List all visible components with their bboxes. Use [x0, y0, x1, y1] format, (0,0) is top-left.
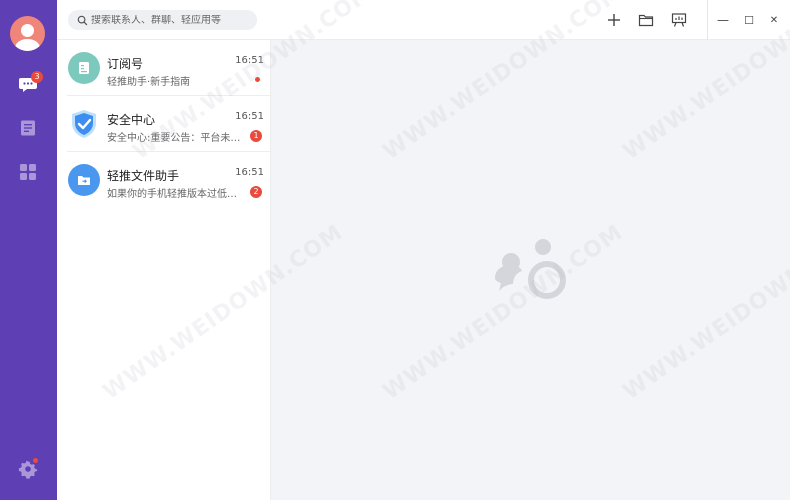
maximize-button[interactable]: ☐	[741, 12, 757, 28]
conversation-time: 16:51	[235, 111, 264, 122]
conversation-name: 轻推文件助手	[107, 169, 180, 183]
files-button[interactable]	[637, 11, 655, 29]
unread-badge: 1	[250, 130, 262, 142]
messages-badge: 3	[31, 71, 43, 83]
chat-empty-area	[271, 40, 790, 500]
avatar-body	[15, 39, 40, 51]
folder-icon	[638, 14, 654, 27]
conversation-preview: 如果你的手机轻推版本过低，请升级	[107, 189, 245, 200]
app-logo-placeholder-icon	[495, 239, 566, 299]
search-icon	[77, 15, 88, 25]
conversation-name: 订阅号	[107, 57, 144, 71]
unread-badge: 2	[250, 186, 262, 198]
toolbar-divider	[707, 0, 708, 40]
file-assistant-avatar	[68, 164, 100, 196]
subscription-icon	[79, 62, 89, 74]
subscription-avatar	[68, 52, 100, 84]
conversation-item[interactable]: 轻推文件助手 16:51 如果你的手机轻推版本过低，请升级 2	[57, 152, 271, 208]
plus-icon	[608, 14, 620, 26]
search-box[interactable]	[68, 10, 257, 30]
user-avatar[interactable]	[10, 16, 45, 51]
conversation-item[interactable]: 安全中心 16:51 安全中心:重要公告：平台未经授权 1	[57, 96, 271, 152]
messages-nav-button[interactable]: 3	[17, 71, 43, 95]
add-button[interactable]	[605, 11, 623, 29]
conversation-time: 16:51	[235, 55, 264, 66]
conversation-name: 安全中心	[107, 113, 156, 127]
search-input[interactable]	[91, 14, 251, 26]
settings-button[interactable]	[17, 458, 39, 480]
left-rail: 3	[0, 0, 57, 500]
settings-notification-dot	[33, 458, 38, 463]
conversation-preview: 安全中心:重要公告：平台未经授权	[107, 133, 245, 144]
shield-icon	[72, 110, 96, 138]
unread-dot	[255, 77, 260, 82]
conversation-time: 16:51	[235, 167, 264, 178]
address-book-icon	[21, 120, 35, 136]
contacts-nav-button[interactable]	[17, 117, 39, 139]
top-bar: — ☐ ✕	[57, 0, 790, 40]
file-folder-icon	[78, 176, 90, 185]
presentation-icon	[671, 13, 687, 27]
close-button[interactable]: ✕	[766, 12, 782, 28]
avatar-head	[21, 24, 34, 37]
security-center-avatar	[68, 108, 100, 140]
conversation-preview: 轻推助手·新手指南	[107, 77, 191, 88]
presentation-button[interactable]	[670, 11, 688, 29]
apps-grid-icon	[20, 164, 36, 180]
apps-nav-button[interactable]	[17, 161, 39, 183]
conversation-item[interactable]: 订阅号 16:51 轻推助手·新手指南	[57, 40, 271, 96]
conversation-list: 订阅号 16:51 轻推助手·新手指南 安全中心 16:51 安全中心:重要公告…	[57, 40, 271, 500]
minimize-button[interactable]: —	[715, 12, 731, 28]
